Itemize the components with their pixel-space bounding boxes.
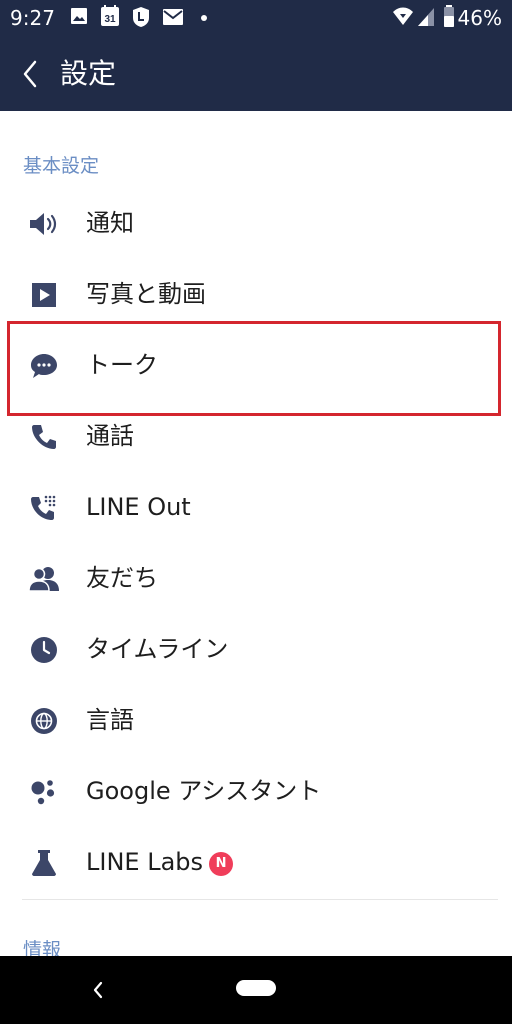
google-assistant-icon [28, 777, 60, 807]
phone-dialpad-icon [28, 493, 60, 523]
calendar-day: 31 [104, 14, 116, 25]
play-icon [28, 280, 60, 310]
section-divider [22, 899, 498, 900]
settings-item-friends[interactable]: 友だち [0, 543, 512, 614]
battery-icon [444, 5, 454, 27]
settings-item-notifications[interactable]: 通知 [0, 188, 512, 259]
settings-item-google-assistant[interactable]: Google アシスタント [0, 756, 512, 827]
nav-home-button[interactable] [236, 980, 276, 996]
settings-item-line-labs[interactable]: LINE Labs N [0, 827, 512, 898]
settings-item-label: タイムライン [86, 635, 229, 663]
settings-item-label: LINE Out [86, 493, 191, 521]
new-badge: N [209, 852, 234, 876]
nav-back-button[interactable] [84, 976, 112, 1004]
settings-item-label: 友だち [86, 564, 158, 592]
settings-item-label: 写真と動画 [86, 280, 206, 308]
line-labs-text: LINE Labs [86, 848, 204, 876]
image-icon [71, 8, 87, 24]
settings-item-label: 言語 [86, 706, 134, 734]
settings-item-label: 通話 [86, 422, 134, 450]
line-notification-icon [133, 7, 149, 27]
settings-item-language[interactable]: 言語 [0, 685, 512, 756]
settings-item-chats[interactable]: トーク [0, 330, 512, 401]
settings-screen: 9:27 31 46% 設定 基本設定 通知 写真と動画 トーク 通話 LINE… [0, 0, 512, 1024]
settings-item-timeline[interactable]: タイムライン [0, 614, 512, 685]
speaker-icon [28, 209, 60, 239]
mail-icon [163, 9, 183, 25]
settings-item-line-out[interactable]: LINE Out [0, 472, 512, 543]
settings-item-label: 通知 [86, 209, 134, 237]
settings-item-label: Google アシスタント [86, 777, 322, 805]
nav-back-icon [93, 981, 103, 999]
wifi-icon [393, 7, 413, 25]
people-icon [28, 564, 60, 594]
phone-icon [28, 422, 60, 452]
settings-item-label: トーク [86, 351, 158, 379]
settings-item-calls[interactable]: 通話 [0, 401, 512, 472]
back-button[interactable] [12, 54, 48, 94]
navigation-bar [0, 956, 512, 1024]
page-title: 設定 [60, 57, 117, 90]
status-time: 9:27 [10, 6, 55, 30]
chat-bubble-icon [28, 351, 60, 381]
settings-item-photos-videos[interactable]: 写真と動画 [0, 259, 512, 330]
status-bar: 9:27 31 46% [0, 0, 512, 36]
settings-item-label: LINE Labs N [86, 845, 234, 879]
flask-icon [28, 848, 60, 878]
app-header: 設定 [0, 36, 512, 111]
globe-icon [28, 706, 60, 736]
dot-icon [201, 15, 207, 21]
section-header-basic: 基本設定 [23, 155, 100, 177]
signal-icon [418, 8, 434, 26]
calendar-icon: 31 [101, 5, 119, 26]
clock-icon [28, 635, 60, 665]
battery-percent: 46% [457, 6, 502, 30]
chevron-left-icon [23, 60, 37, 88]
